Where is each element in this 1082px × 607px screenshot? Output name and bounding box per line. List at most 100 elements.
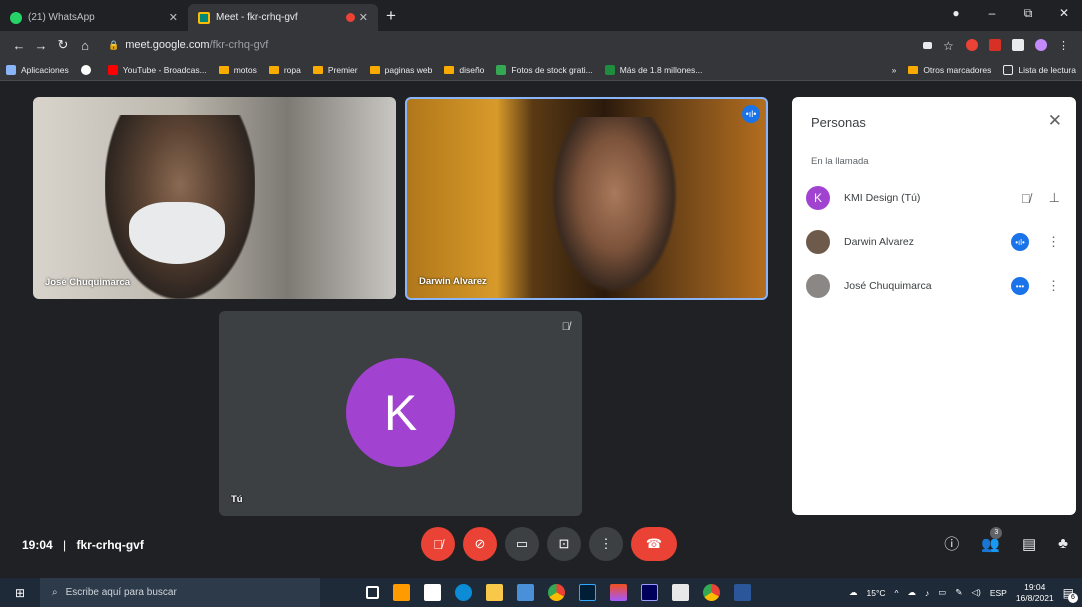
more-options-button[interactable]: ⋮: [589, 527, 623, 561]
premiere-icon[interactable]: [641, 584, 658, 601]
profile-dot-icon[interactable]: ●: [938, 6, 974, 20]
recording-icon: [345, 13, 355, 22]
bookmark-diseno[interactable]: diseño: [444, 65, 484, 75]
tab-meet[interactable]: Meet - fkr-crhq-gvf ✕: [188, 4, 378, 31]
image-icon: [604, 64, 615, 75]
reading-list-button[interactable]: Lista de lectura: [1003, 64, 1076, 75]
profile-avatar[interactable]: [1035, 39, 1047, 51]
star-icon[interactable]: ☆: [943, 39, 955, 53]
restore-button[interactable]: ⧉: [1010, 6, 1046, 21]
bookmark-label: Aplicaciones: [21, 64, 69, 75]
close-window-button[interactable]: ✕: [1046, 6, 1082, 20]
windows-start-icon[interactable]: ⊞: [0, 586, 40, 600]
folder-icon: [218, 65, 229, 74]
language-indicator[interactable]: ESP: [990, 588, 1007, 598]
store-icon[interactable]: [424, 584, 441, 601]
close-tab-icon[interactable]: ✕: [169, 11, 178, 24]
taskbar-clock[interactable]: 19:04 16/8/2021: [1016, 582, 1054, 604]
puzzle-icon[interactable]: [1012, 39, 1024, 51]
lock-icon: 🔒: [108, 39, 120, 50]
bookmark-motos[interactable]: motos: [218, 65, 257, 75]
url-field[interactable]: 🔒 meet.google.com /fkr-crhq-gvf: [102, 34, 923, 56]
edge-icon[interactable]: [455, 584, 472, 601]
taskbar-search[interactable]: ⌕ Escribe aquí para buscar: [40, 578, 320, 607]
youtube-icon: [107, 64, 118, 75]
extension-red-icon[interactable]: [966, 39, 978, 51]
person-row[interactable]: José Chuquimarca ••• ⋮: [806, 273, 1066, 299]
chrome-icon[interactable]: [548, 584, 565, 601]
word-icon[interactable]: [734, 584, 751, 601]
menu-dots-icon[interactable]: ⋮: [1058, 39, 1070, 52]
folder-icon: [312, 65, 323, 74]
notification-count: 6: [1068, 592, 1078, 603]
file-explorer-icon[interactable]: [486, 584, 503, 601]
new-tab-button[interactable]: +: [386, 6, 396, 26]
bookmark-paginas-web[interactable]: paginas web: [369, 65, 432, 75]
home-icon[interactable]: ⌂: [74, 38, 96, 53]
bookmark-premier[interactable]: Premier: [312, 65, 358, 75]
call-controls: 🎙̸ ⊘ ▭ ⊡ ⋮ ☎: [421, 527, 677, 561]
mic-toggle-button[interactable]: 🎙̸: [421, 527, 455, 561]
volume-icon[interactable]: ◁): [971, 587, 980, 598]
weather-icon[interactable]: ☁: [849, 587, 858, 598]
chrome-profile-icon[interactable]: [703, 584, 720, 601]
minimize-button[interactable]: –: [974, 6, 1010, 20]
weather-temp[interactable]: 15°C: [867, 588, 886, 598]
activities-icon[interactable]: ♣: [1058, 535, 1068, 552]
panel-section-label: En la llamada: [811, 156, 869, 167]
person-row[interactable]: Darwin Alvarez •ıl• ⋮: [806, 229, 1066, 255]
tab-whatsapp[interactable]: (21) WhatsApp ✕: [0, 4, 188, 31]
info-icon[interactable]: ⓘ: [944, 533, 959, 554]
reload-icon[interactable]: ↻: [52, 37, 74, 53]
notifications-icon[interactable]: ▤ 6: [1063, 586, 1078, 603]
tab-title: Meet - fkr-crhq-gvf: [216, 12, 298, 23]
illustrator-icon[interactable]: [393, 584, 410, 601]
side-controls: ⓘ 👥 3 ▤ ♣: [944, 526, 1068, 554]
tray-overflow-icon[interactable]: ^: [895, 588, 899, 598]
bookmarks-bar: Aplicaciones YouTube - Broadcas... motos…: [0, 59, 1082, 81]
people-panel: Personas ✕ En la llamada K KMI Design (T…: [792, 97, 1076, 515]
close-panel-button[interactable]: ✕: [1048, 111, 1062, 131]
mail-icon[interactable]: [517, 584, 534, 601]
more-options-icon[interactable]: ⋮: [1047, 234, 1060, 250]
task-view-icon[interactable]: [366, 586, 379, 599]
back-arrow-icon[interactable]: ←: [8, 38, 30, 53]
bookmark-apps[interactable]: Aplicaciones: [6, 64, 69, 75]
captions-button[interactable]: ▭: [505, 527, 539, 561]
leave-call-button[interactable]: ☎: [631, 527, 677, 561]
more-options-icon[interactable]: ⋮: [1047, 278, 1060, 294]
photoshop-icon[interactable]: [579, 584, 596, 601]
bookmark-fotos-stock[interactable]: Fotos de stock grati...: [496, 64, 593, 75]
camera-toggle-button[interactable]: ⊘: [463, 527, 497, 561]
bookmark-millones[interactable]: Más de 1.8 millones...: [604, 64, 703, 75]
pen-icon[interactable]: ✎: [955, 587, 962, 598]
bookmark-label: Más de 1.8 millones...: [619, 64, 703, 75]
notion-icon[interactable]: [672, 584, 689, 601]
bookmark-youtube[interactable]: YouTube - Broadcas...: [107, 64, 207, 75]
person-row[interactable]: K KMI Design (Tú) 🎙̸ ⊥: [806, 185, 1066, 211]
close-tab-icon[interactable]: ✕: [359, 11, 368, 24]
extension-abp-icon[interactable]: [989, 39, 1001, 51]
video-tile-jose[interactable]: José Chuquimarca: [33, 97, 396, 299]
bookmark-label: Fotos de stock grati...: [511, 64, 593, 75]
bookmark-ropa[interactable]: ropa: [268, 65, 301, 75]
video-tile-darwin[interactable]: •ıl• Darwin Alvarez: [405, 97, 768, 300]
video-tile-self[interactable]: 🎙̸ K Tú: [219, 311, 582, 516]
face-mask: [129, 202, 225, 264]
people-icon[interactable]: 👥 3: [981, 526, 1003, 553]
meeting-code: fkr-crhq-gvf: [76, 538, 144, 552]
bookmark-otros[interactable]: Otros marcadores: [908, 65, 991, 75]
chat-icon[interactable]: ▤: [1022, 535, 1036, 553]
figma-icon[interactable]: [610, 584, 627, 601]
bookmark-label: diseño: [459, 64, 485, 75]
network-icon[interactable]: ▭: [938, 587, 946, 598]
pin-icon[interactable]: ⊥: [1049, 190, 1060, 206]
bookmarks-overflow-button[interactable]: »: [892, 65, 897, 75]
present-button[interactable]: ⊡: [547, 527, 581, 561]
panel-title: Personas: [811, 115, 866, 130]
mic-tray-icon[interactable]: ♪: [925, 588, 929, 598]
bookmark-google[interactable]: [80, 64, 96, 75]
onedrive-icon[interactable]: ☁: [908, 587, 917, 598]
camera-icon[interactable]: [923, 41, 932, 49]
forward-arrow-icon[interactable]: →: [30, 38, 52, 53]
